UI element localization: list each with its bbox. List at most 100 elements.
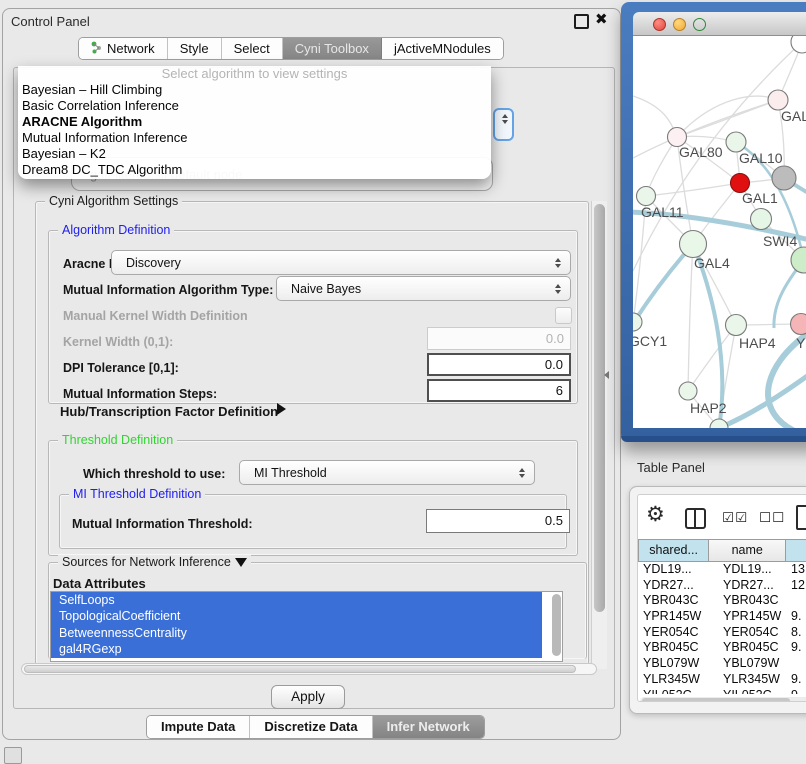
table-row[interactable]: YDR27...YDR27...12 <box>638 578 806 594</box>
network-node-gal11[interactable] <box>637 187 656 206</box>
network-edge[interactable] <box>688 325 736 391</box>
mi-threshold-group-title: MI Threshold Definition <box>69 487 205 501</box>
bottom-tabs: Impute Data Discretize Data Infer Networ… <box>146 715 485 739</box>
tab-network[interactable]: Network <box>79 38 168 59</box>
network-icon <box>91 41 102 57</box>
tab-infer-network[interactable]: Infer Network <box>373 716 484 738</box>
select-all-checkboxes-icon[interactable]: ☑☑ <box>722 510 748 526</box>
node-label: GAL4 <box>694 255 730 271</box>
network-node-y[interactable] <box>791 314 806 335</box>
mi-type-combo[interactable]: Naive Bayes <box>276 276 571 301</box>
network-node-gal4[interactable] <box>680 231 707 258</box>
network-node-hap2[interactable] <box>679 382 697 400</box>
node-label: GAL10 <box>739 150 783 166</box>
which-threshold-combo[interactable]: MI Threshold <box>239 460 535 485</box>
mi-steps-field[interactable]: 6 <box>427 379 571 402</box>
splitpane-collapse-icon[interactable] <box>604 371 609 379</box>
data-attributes-label: Data Attributes <box>53 576 146 591</box>
table-horizontal-scrollbar[interactable] <box>640 697 806 702</box>
float-window-icon[interactable] <box>574 14 589 29</box>
network-node-swi4[interactable] <box>751 209 772 230</box>
network-node[interactable] <box>772 166 796 190</box>
column-header-name[interactable]: name <box>709 539 786 562</box>
deselect-all-checkboxes-icon[interactable]: ☐☐ <box>759 510 785 526</box>
close-traffic-light-icon[interactable] <box>653 18 666 31</box>
network-node-gal10[interactable] <box>726 132 746 152</box>
threshold-definition-title: Threshold Definition <box>58 433 177 447</box>
new-table-icon[interactable] <box>796 505 806 530</box>
hub-definition-label: Hub/Transcription Factor Definition <box>60 404 278 419</box>
column-header-shared[interactable]: shared... <box>638 539 709 562</box>
settings-horizontal-scrollbar[interactable] <box>21 663 597 675</box>
network-window-titlebar[interactable] <box>633 12 806 36</box>
mi-threshold-field[interactable]: 0.5 <box>426 509 570 533</box>
dpi-tolerance-field[interactable]: 0.0 <box>427 353 571 376</box>
dropdown-item[interactable]: Dream8 DC_TDC Algorithm <box>18 162 491 178</box>
control-panel-tabs: Network Style Select Cyni Toolbox jActiv… <box>78 37 504 60</box>
algorithm-definition-title: Algorithm Definition <box>58 223 174 237</box>
kernel-width-field[interactable]: 0.0 <box>427 327 571 350</box>
algorithm-dropdown-popup: Select algorithm to view settings Bayesi… <box>18 66 491 179</box>
collapse-arrow-icon[interactable] <box>235 558 247 567</box>
apply-button[interactable]: Apply <box>271 685 345 709</box>
node-label: HAP2 <box>690 400 727 416</box>
network-edge[interactable] <box>633 244 693 330</box>
settings-vertical-scrollbar[interactable] <box>591 201 607 669</box>
tab-discretize-data[interactable]: Discretize Data <box>250 716 372 738</box>
attribute-item-selected[interactable]: BetweennessCentrality <box>51 625 542 641</box>
tab-style[interactable]: Style <box>168 38 222 59</box>
network-node-gcy1[interactable] <box>633 313 642 331</box>
manual-kernel-checkbox[interactable] <box>555 307 572 324</box>
tab-jactivemnodules[interactable]: jActiveMNodules <box>382 38 503 59</box>
network-node[interactable] <box>791 247 806 273</box>
split-columns-icon[interactable] <box>685 508 706 529</box>
which-threshold-label: Which threshold to use: <box>83 467 225 481</box>
minimize-traffic-light-icon[interactable] <box>673 18 686 31</box>
network-node-gal[interactable] <box>768 90 788 110</box>
network-graph: GALGAL80GAL10GAL1GAL11SWI4GAL4GCY1HAP4YH… <box>633 36 806 428</box>
attribute-item-selected[interactable]: gal4RGexp <box>51 641 542 657</box>
network-view-window: GALGAL80GAL10GAL1GAL11SWI4GAL4GCY1HAP4YH… <box>621 2 806 442</box>
aracne-mode-combo[interactable]: Discovery <box>111 250 571 275</box>
table-row[interactable]: YDL19...YDL19...13 <box>638 562 806 578</box>
algorithm-combo-fragment[interactable] <box>493 108 514 141</box>
table-row[interactable]: YBR043CYBR043C <box>638 593 806 609</box>
table-row[interactable]: YLR345WYLR345W9. <box>638 672 806 688</box>
table-row[interactable]: YIL052CYIL052C9. <box>638 688 806 695</box>
table-row[interactable]: YER054CYER054C8. <box>638 625 806 641</box>
tab-select[interactable]: Select <box>222 38 283 59</box>
network-window-frame <box>621 436 806 442</box>
column-header-partial[interactable] <box>786 539 806 562</box>
network-node-hap4[interactable] <box>726 315 747 336</box>
list-scrollbar[interactable] <box>552 594 561 656</box>
chevron-updown-icon <box>551 258 565 268</box>
data-attributes-list[interactable]: SelfLoopsTopologicalCoefficientBetweenne… <box>50 591 563 662</box>
expand-arrow-icon[interactable] <box>277 403 286 415</box>
network-edge[interactable] <box>646 183 740 196</box>
mi-threshold-label: Mutual Information Threshold: <box>72 517 253 531</box>
network-edge[interactable] <box>688 244 693 391</box>
node-label: GAL11 <box>641 204 684 220</box>
table-row[interactable]: YBR045CYBR045C9. <box>638 640 806 656</box>
tab-cyni-toolbox[interactable]: Cyni Toolbox <box>283 38 382 59</box>
table-rows[interactable]: YDL19...YDL19...13YDR27...YDR27...12YBR0… <box>638 562 806 694</box>
node-label: HAP4 <box>739 335 776 351</box>
tab-impute-data[interactable]: Impute Data <box>147 716 250 738</box>
table-row[interactable]: YPR145WYPR145W9. <box>638 609 806 625</box>
attribute-item-selected[interactable]: TopologicalCoefficient <box>51 608 542 624</box>
network-canvas[interactable]: GALGAL80GAL10GAL1GAL11SWI4GAL4GCY1HAP4YH… <box>633 36 806 428</box>
gear-icon[interactable]: ⚙ <box>646 504 665 525</box>
dropdown-item[interactable]: ARACNE Algorithm <box>18 114 491 130</box>
dropdown-item[interactable]: Mutual Information Inference <box>18 130 491 146</box>
dropdown-item[interactable]: Bayesian – K2 <box>18 146 491 162</box>
dropdown-item[interactable]: Bayesian – Hill Climbing <box>18 82 491 98</box>
panel-grip-icon[interactable] <box>4 747 22 764</box>
attribute-item-selected[interactable]: SelfLoops <box>51 592 542 608</box>
control-panel: Control Panel ✖ Network Style Select Cyn… <box>2 8 621 740</box>
network-edge[interactable] <box>719 374 806 428</box>
zoom-traffic-light-icon[interactable] <box>693 18 706 31</box>
mi-steps-label: Mutual Information Steps: <box>63 387 217 401</box>
table-row[interactable]: YBL079WYBL079W <box>638 656 806 672</box>
dropdown-item[interactable]: Basic Correlation Inference <box>18 98 491 114</box>
close-icon[interactable]: ✖ <box>595 10 608 28</box>
